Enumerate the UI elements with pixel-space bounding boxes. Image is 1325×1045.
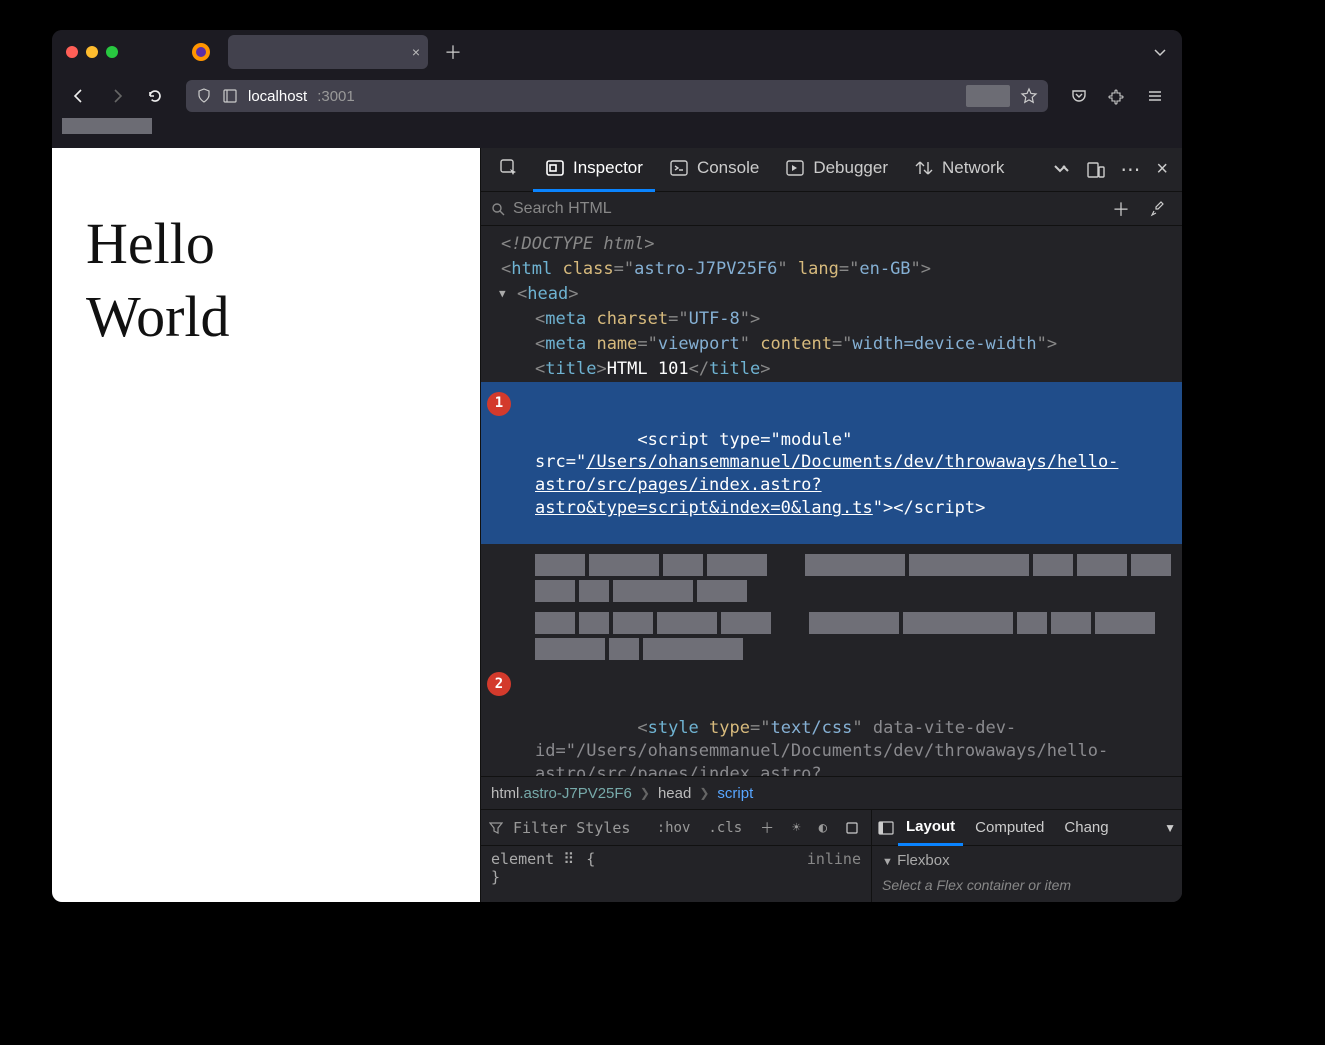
search-icon: [491, 202, 505, 216]
flexbox-section[interactable]: ▼ Flexbox Select a Flex container or ite…: [872, 846, 1182, 899]
redacted-block-1: [481, 544, 1182, 608]
chevron-right-icon: ❯: [699, 786, 709, 800]
close-devtools-icon[interactable]: ×: [1156, 158, 1168, 181]
bookmark-placeholder: [62, 118, 152, 134]
tab-network[interactable]: Network: [902, 148, 1016, 192]
toggle-sidebar-icon[interactable]: [878, 820, 894, 836]
breadcrumb-html[interactable]: html.astro-J7PV25F6: [491, 785, 632, 802]
reload-button[interactable]: [138, 79, 172, 113]
devtools-tabs: Inspector Console Debugger: [481, 148, 1182, 192]
bookmark-star-icon[interactable]: [1020, 87, 1038, 105]
filter-icon: [489, 821, 503, 835]
devtools-search-bar[interactable]: Search HTML ＋: [481, 192, 1182, 226]
dom-style[interactable]: 2 <style type="text/css" data-vite-dev-i…: [481, 670, 1182, 776]
page-heading: Hello World: [86, 208, 446, 353]
shield-icon[interactable]: [196, 88, 212, 104]
debugger-icon: [785, 158, 805, 178]
chevron-right-icon: ❯: [640, 786, 650, 800]
chevron-down-icon[interactable]: ▼: [1164, 821, 1176, 835]
console-icon: [669, 158, 689, 178]
dom-head-open[interactable]: ▼<head>: [481, 282, 1182, 307]
new-tab-button[interactable]: ＋: [438, 37, 468, 67]
url-bar[interactable]: localhost :3001: [186, 80, 1048, 112]
browser-window: × ＋ localhost :3001: [52, 30, 1182, 902]
responsive-mode-icon[interactable]: [1086, 160, 1106, 180]
toolbar: localhost :3001: [52, 74, 1182, 118]
page-info-icon[interactable]: [222, 88, 238, 104]
tabs-dropdown-icon[interactable]: [1152, 44, 1168, 60]
network-icon: [914, 158, 934, 178]
tab-changes[interactable]: Chang: [1056, 810, 1116, 846]
dom-meta-charset[interactable]: <meta charset="UTF-8">: [481, 307, 1182, 332]
browser-tab[interactable]: ×: [228, 35, 428, 69]
dom-title[interactable]: <title>HTML 101</title>: [481, 357, 1182, 382]
callout-2: 2: [487, 672, 511, 696]
print-media-icon[interactable]: [841, 819, 863, 837]
forward-button[interactable]: [100, 79, 134, 113]
dom-script-selected[interactable]: 1 <script type="module" src="/Users/ohan…: [481, 382, 1182, 545]
firefox-icon: [188, 39, 214, 65]
dom-doctype[interactable]: <!DOCTYPE html>: [481, 232, 1182, 257]
maximize-window-button[interactable]: [106, 46, 118, 58]
more-tabs-icon[interactable]: [1052, 163, 1072, 177]
dom-meta-viewport[interactable]: <meta name="viewport" content="width=dev…: [481, 332, 1182, 357]
close-tab-icon[interactable]: ×: [412, 44, 420, 60]
side-tabs: Layout Computed Chang ▼: [872, 810, 1182, 846]
dom-html-open[interactable]: <html class="astro-J7PV25F6" lang="en-GB…: [481, 257, 1182, 282]
layout-pane: Layout Computed Chang ▼ ▼ Flexbox Select…: [872, 810, 1182, 902]
pocket-icon[interactable]: [1062, 79, 1096, 113]
dark-scheme-icon[interactable]: ◐: [815, 818, 831, 838]
content-area: Hello World Inspector: [52, 148, 1182, 902]
light-scheme-icon[interactable]: ☀: [788, 818, 804, 838]
rules-pane: Filter Styles :hov .cls ＋ ☀ ◐ element ⠿ …: [481, 810, 872, 902]
callout-1: 1: [487, 392, 511, 416]
tab-layout[interactable]: Layout: [898, 810, 963, 846]
search-placeholder: Search HTML: [513, 200, 612, 218]
extensions-icon[interactable]: [1100, 79, 1134, 113]
tab-console[interactable]: Console: [657, 148, 771, 192]
eyedropper-icon[interactable]: [1144, 201, 1172, 217]
app-menu-icon[interactable]: [1138, 79, 1172, 113]
bookmarks-bar: [52, 118, 1182, 148]
devtools-menu-icon[interactable]: ⋯: [1120, 157, 1142, 182]
inspector-icon: [545, 158, 565, 178]
breadcrumb[interactable]: html.astro-J7PV25F6 ❯ head ❯ script: [481, 776, 1182, 810]
back-button[interactable]: [62, 79, 96, 113]
cls-toggle[interactable]: .cls: [704, 818, 746, 838]
hov-toggle[interactable]: :hov: [653, 818, 695, 838]
add-rule-button[interactable]: ＋: [756, 816, 778, 840]
minimize-window-button[interactable]: [86, 46, 98, 58]
titlebar: × ＋: [52, 30, 1182, 74]
devtools-bottom: Filter Styles :hov .cls ＋ ☀ ◐ element ⠿ …: [481, 810, 1182, 902]
breadcrumb-script[interactable]: script: [717, 785, 753, 802]
add-element-button[interactable]: ＋: [1106, 196, 1136, 222]
rules-toolbar: Filter Styles :hov .cls ＋ ☀ ◐: [481, 810, 871, 846]
filter-styles-input[interactable]: Filter Styles: [513, 819, 630, 837]
url-host: localhost: [248, 88, 307, 105]
url-port: :3001: [317, 88, 355, 105]
tab-inspector[interactable]: Inspector: [533, 148, 655, 192]
url-badge: [966, 85, 1010, 107]
breadcrumb-head[interactable]: head: [658, 785, 691, 802]
element-picker-button[interactable]: [487, 148, 531, 192]
rules-body[interactable]: element ⠿ { inline }: [481, 846, 871, 890]
page-viewport: Hello World: [52, 148, 480, 902]
tab-debugger[interactable]: Debugger: [773, 148, 900, 192]
close-window-button[interactable]: [66, 46, 78, 58]
redacted-block-2: [481, 608, 1182, 670]
tab-computed[interactable]: Computed: [967, 810, 1052, 846]
window-controls: [66, 46, 118, 58]
devtools-panel: Inspector Console Debugger: [480, 148, 1182, 902]
dom-tree[interactable]: <!DOCTYPE html> <html class="astro-J7PV2…: [481, 226, 1182, 776]
